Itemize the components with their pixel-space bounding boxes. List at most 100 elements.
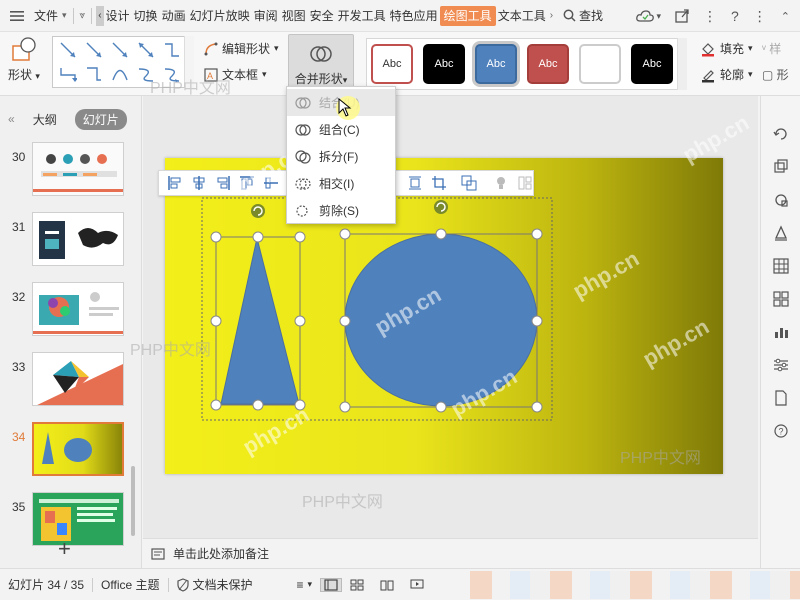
shape-gallery[interactable] [52,36,194,88]
tab-text-tools[interactable]: 文本工具 [496,0,548,32]
collapse-ribbon-icon[interactable]: ⌃ [781,10,790,23]
merge-shapes-button[interactable]: 合并形状▾ [288,34,354,92]
shape-curve-double[interactable] [159,62,185,86]
effects-icon[interactable] [493,175,509,191]
grid-icon[interactable] [772,291,789,307]
style-swatch[interactable]: Abc [527,44,569,84]
shape-line-arrow[interactable] [107,38,133,62]
slide-thumbnail-31[interactable]: 31 [0,212,142,272]
slide-thumbnail-33[interactable]: 33 [0,352,142,412]
shape-effects-icon[interactable] [773,192,789,208]
slide-34[interactable] [165,158,723,474]
tab-slideshow[interactable]: 幻灯片放映 [188,0,252,32]
tab-features[interactable]: 特色应用 [388,0,440,32]
normal-view-icon[interactable] [320,577,343,592]
tab-outline[interactable]: 大纲 [25,109,65,130]
menu-item-combine[interactable]: 组合(C) [287,116,395,143]
search-button[interactable]: 查找 [561,0,605,32]
quick-access-icon[interactable]: ⩔ [78,0,88,32]
slide-thumbnail-32[interactable]: 32 [0,282,142,342]
menu-item-intersect[interactable]: 相交(I) [287,170,395,197]
shape-elbow-connector[interactable] [81,62,107,86]
edit-shape-label: 编辑形状 [222,42,271,56]
cloud-sync-icon[interactable]: ▾ [636,9,661,23]
shape-line-arrow[interactable] [81,38,107,62]
notes-toggle-icon[interactable]: ≡ ▾ [289,578,321,592]
hamburger-menu-icon[interactable] [0,0,26,32]
settings-sliders-icon[interactable] [773,357,789,373]
tab-animation[interactable]: 动画 [160,0,188,32]
menu-item-subtract[interactable]: 剪除(S) [287,197,395,224]
tab-security[interactable]: 安全 [308,0,336,32]
shape-elbow-arrow[interactable] [55,62,81,86]
shape-line-arrow[interactable] [55,38,81,62]
ribbon-overflow[interactable]: ᵛ 样 [762,40,781,57]
shape-elbow-connector[interactable] [159,38,185,62]
align-center-icon[interactable] [191,175,207,191]
slide-sorter-view-icon[interactable] [342,579,372,591]
shape-styles-gallery[interactable]: Abc Abc Abc Abc Abc [366,38,686,90]
distribute-vertical-icon[interactable] [407,175,423,191]
help-icon[interactable]: ? [731,8,739,24]
document-protection[interactable]: 文档未保护 [169,576,261,593]
triangle-shape[interactable] [220,237,300,405]
slideshow-view-icon[interactable] [402,579,432,591]
textbox-button[interactable]: A 文本框 ▾ [204,66,267,83]
table-icon[interactable] [772,258,789,274]
align-middle-icon[interactable] [263,175,279,191]
align-right-icon[interactable] [215,175,231,191]
collapse-panel-icon[interactable]: « [8,112,15,126]
rotate-handle-icon[interactable] [251,204,265,218]
rotate-handle-icon[interactable] [434,200,448,214]
more-options-icon[interactable]: ⋮ [753,8,767,25]
fill-style-icon[interactable] [773,225,789,241]
edit-shape-button[interactable]: 编辑形状 ▾ [204,40,279,57]
outline-button[interactable]: 轮廓 ▾ [700,66,753,83]
group-icon[interactable] [461,175,477,191]
shape-button[interactable]: 形状 ▾ [8,36,40,83]
tab-view[interactable]: 视图 [280,0,308,32]
tab-slides[interactable]: 幻灯片 [74,108,127,130]
copy-icon[interactable] [773,159,789,175]
shape-line-double-arrow[interactable] [133,38,159,62]
document-icon[interactable] [773,390,789,406]
tab-developer[interactable]: 开发工具 [336,0,388,32]
theme-name[interactable]: Office 主题 [93,576,167,593]
notes-area[interactable]: 单击此处添加备注 [143,538,758,568]
share-icon[interactable] [675,9,689,23]
style-swatch[interactable]: Abc [631,44,673,84]
slide-thumbnail-34[interactable]: 34 [0,422,142,482]
style-swatch[interactable] [579,44,621,84]
file-menu[interactable]: 文件 ▾ [32,0,69,32]
ribbon-overflow[interactable]: ▢ 形 [762,66,789,83]
align-top-icon[interactable] [239,175,255,191]
slide-thumbnail-35[interactable]: 35 [0,492,142,552]
align-left-icon[interactable] [167,175,183,191]
more-icon[interactable]: ⋮ [703,8,717,25]
menu-item-fragment[interactable]: 拆分(F) [287,143,395,170]
chart-icon[interactable] [773,324,789,340]
shape-curve-arrow[interactable] [133,62,159,86]
tab-scroll-left-icon[interactable]: ‹ [96,5,104,26]
slide-thumbnail-30[interactable]: 30 [0,142,142,202]
style-swatch[interactable]: Abc [475,44,517,84]
gallery-scrollbar[interactable] [184,36,194,88]
tab-drawing-tools[interactable]: 绘图工具 [439,5,496,26]
circle-shape[interactable] [344,233,538,407]
styles-scrollbar[interactable] [677,38,687,90]
add-slide-button[interactable]: + [58,536,71,562]
more-layout-icon[interactable] [517,175,533,191]
tab-transition[interactable]: 切换 [132,0,160,32]
crop-icon[interactable] [431,175,447,191]
tab-review[interactable]: 审阅 [252,0,280,32]
tab-scroll-right-icon[interactable]: › [548,0,555,32]
fill-button[interactable]: 填充 ▾ [700,40,753,57]
panel-scrollbar[interactable] [131,466,135,536]
shape-curve[interactable] [107,62,133,86]
style-swatch[interactable]: Abc [423,44,465,84]
tab-design[interactable]: 设计 [104,0,132,32]
style-swatch[interactable]: Abc [371,44,413,84]
help-panel-icon[interactable]: ? [773,423,789,439]
rotate-icon[interactable] [772,126,789,142]
reading-view-icon[interactable] [372,579,402,591]
